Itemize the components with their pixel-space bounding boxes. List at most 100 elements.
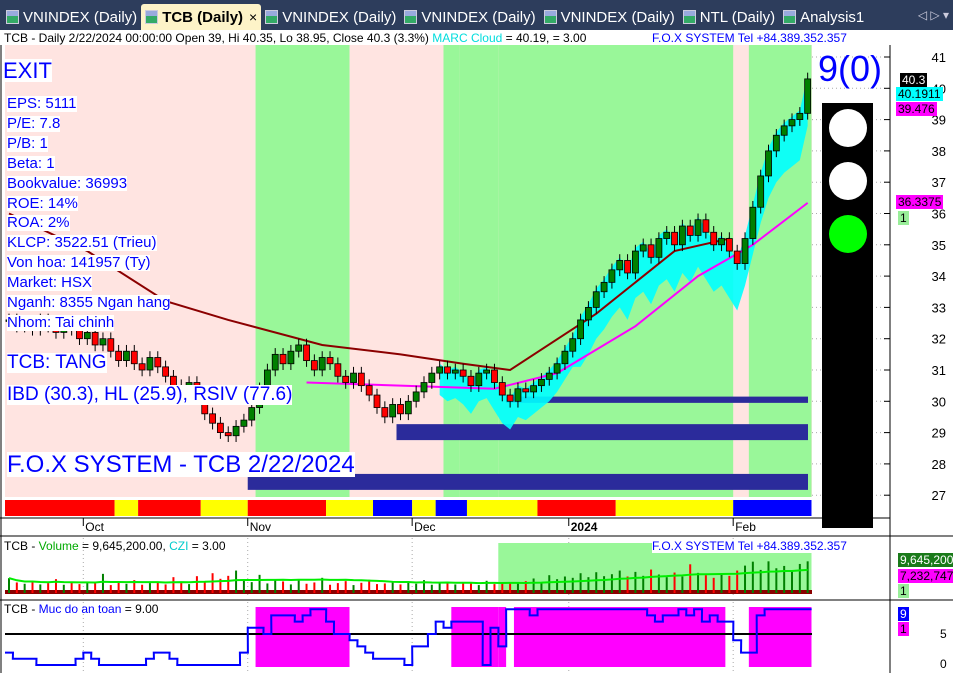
- tab-6[interactable]: Analysis1: [779, 4, 868, 30]
- candle: [506, 394, 514, 402]
- x-tick-label: Dec: [414, 520, 435, 534]
- candle: [804, 78, 812, 114]
- support-zone: [396, 424, 808, 441]
- tab-label: VNINDEX (Daily): [23, 8, 138, 26]
- signal-strip-segment: [733, 500, 812, 516]
- candle: [138, 363, 146, 371]
- candle: [577, 319, 584, 340]
- chart-area: 272829303132333435363738394041OctNovDec2…: [0, 45, 953, 673]
- safety-tag: 9: [898, 607, 909, 621]
- candle: [765, 150, 772, 177]
- fundamental-item: Von hoa: 141957 (Ty): [7, 254, 151, 272]
- candle: [616, 260, 624, 271]
- candle: [428, 372, 436, 383]
- tab-2[interactable]: VNINDEX (Daily): [261, 4, 400, 30]
- traffic-lamp: [829, 109, 867, 147]
- x-tick-label: 2024: [571, 520, 598, 534]
- price-tag: 40.1911: [896, 87, 943, 101]
- tab-bar: VNINDEX (Daily) TCB (Daily) × VNINDEX (Dail…: [0, 0, 953, 30]
- x-tick-label: Nov: [250, 520, 271, 534]
- candle: [585, 306, 592, 321]
- fundamental-item: Market: HSX: [7, 274, 93, 292]
- tab-4[interactable]: VNINDEX (Daily): [540, 4, 679, 30]
- fundamental-item: P/E: 7.8: [7, 114, 61, 132]
- candle: [694, 219, 702, 236]
- candle: [772, 134, 780, 152]
- candle: [655, 238, 663, 258]
- fundamental-item: P/B: 1: [7, 134, 48, 152]
- candle: [146, 357, 154, 371]
- candle: [350, 372, 357, 383]
- green-zone: [255, 45, 350, 497]
- x-tick-label: Feb: [735, 520, 756, 534]
- chart-icon: [6, 10, 19, 24]
- candle: [686, 225, 694, 236]
- candle: [91, 332, 99, 346]
- candle: [710, 231, 718, 246]
- fundamental-item: ROA: 2%: [7, 214, 70, 232]
- y-tick-label: 35: [932, 238, 946, 253]
- candle: [733, 250, 741, 264]
- fundamental-item: Nganh: 8355 Ngan hang: [7, 294, 171, 311]
- candle: [420, 382, 428, 393]
- tab-3[interactable]: VNINDEX (Daily): [400, 4, 539, 30]
- tab-0[interactable]: VNINDEX (Daily): [2, 4, 141, 30]
- tab-scroll-arrows[interactable]: ◁ ▷ ▾: [918, 8, 949, 22]
- volume-fox: F.O.X SYSTEM Tel +84.389.352.357: [652, 539, 847, 553]
- signal-strip-segment: [247, 500, 327, 516]
- price-tag: 1: [898, 211, 909, 225]
- candle: [318, 357, 326, 371]
- tab-label: VNINDEX (Daily): [282, 8, 397, 26]
- cloud-label: MARC Cloud: [432, 31, 503, 45]
- signal-label: EXIT: [3, 58, 52, 83]
- tab-label: Analysis1: [800, 8, 865, 26]
- y-tick-label: 37: [932, 175, 946, 190]
- signal-strip-segment: [373, 500, 413, 516]
- ohlc-info: TCB - Daily 2/22/2024 00:00:00 Open 39, …: [4, 31, 429, 45]
- volume-ma-tag: 7,232,747: [898, 569, 953, 583]
- tab-1[interactable]: TCB (Daily) ×: [141, 4, 262, 30]
- candle: [545, 372, 553, 380]
- candle: [498, 382, 506, 396]
- traffic-lamp: [829, 215, 867, 253]
- candle: [757, 175, 765, 208]
- safety-secondary-tag: 1: [898, 622, 909, 636]
- fundamental-item: EPS: 5111: [7, 95, 77, 112]
- y-tick-label: 33: [932, 300, 946, 315]
- candle: [749, 206, 757, 239]
- candle: [780, 125, 788, 136]
- candle: [608, 269, 616, 283]
- candle: [663, 231, 671, 239]
- candle: [303, 344, 310, 362]
- candle: [530, 385, 538, 393]
- chart-icon: [543, 10, 557, 24]
- analysis-icon: [783, 10, 797, 24]
- fundamental-item: Nhom: Tai chinh: [7, 313, 115, 331]
- trend-label: TCB: TANG: [7, 352, 107, 373]
- tab-label: VNINDEX (Daily): [421, 8, 536, 26]
- tab-label: TCB (Daily): [162, 8, 244, 26]
- candle: [624, 260, 631, 274]
- candle: [671, 231, 678, 246]
- price-header: TCB - Daily 2/22/2024 00:00:00 Open 39, …: [4, 31, 587, 45]
- candle: [483, 369, 491, 374]
- chart-icon: [682, 10, 696, 24]
- candle: [83, 332, 91, 340]
- candle: [475, 372, 483, 387]
- candle: [248, 407, 256, 421]
- tab-5[interactable]: NTL (Daily): [679, 4, 779, 30]
- candle: [115, 350, 123, 362]
- candle: [154, 357, 162, 368]
- candle: [725, 238, 733, 252]
- tab-label: VNINDEX (Daily): [560, 8, 675, 26]
- fundamental-item: Beta: 1: [7, 154, 55, 172]
- close-tab-icon[interactable]: ×: [249, 9, 257, 25]
- candle: [459, 369, 467, 377]
- candle: [639, 244, 647, 252]
- signal-strip-segment: [412, 500, 436, 516]
- y-tick-label: 29: [932, 426, 946, 441]
- y-tick-label: 28: [932, 457, 946, 472]
- price-tag: 40.3: [900, 73, 928, 87]
- candle: [217, 422, 224, 433]
- candle: [295, 344, 303, 352]
